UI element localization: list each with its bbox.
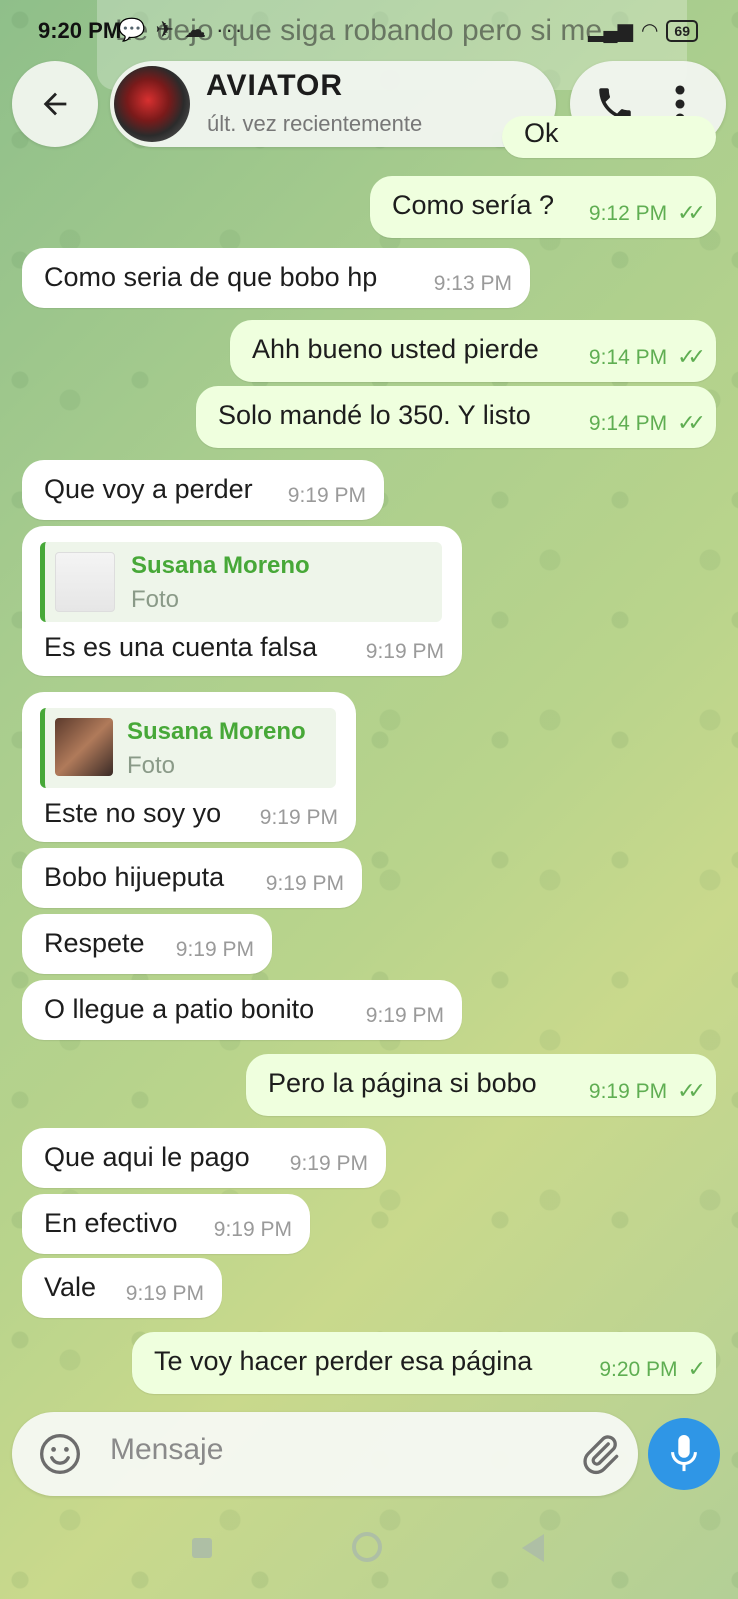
message-bubble-in[interactable]: En efectivo 9:19 PM [22,1194,310,1254]
double-check-icon: ✓✓ [677,344,706,369]
message-text: O llegue a patio bonito [44,994,315,1024]
battery-icon: 69 [666,19,698,42]
message-input[interactable] [108,1432,512,1468]
message-time: 9:14 PM [588,412,668,435]
status-bar: Le dejo que siga robando pero si me 9:20… [0,0,738,90]
double-check-icon: ✓✓ [677,1078,706,1103]
reply-photo-thumbnail [55,718,113,776]
message-bubble-out[interactable]: Como sería ? 9:12 PM ✓✓ [370,176,716,238]
message-text: Vale [44,1272,97,1302]
message-time: 9:19 PM [175,938,254,961]
message-text: En efectivo [44,1208,178,1238]
message-time: 9:14 PM [588,346,668,369]
message-bubble-in[interactable]: Susana Moreno Foto Este no soy yo 9:19 P… [22,692,356,842]
contact-name: AVIATOR [206,69,344,102]
wifi-icon: ◠ [640,20,659,42]
message-bubble-in[interactable]: Que voy a perder 9:19 PM [22,460,384,520]
paperclip-icon[interactable] [578,1432,622,1476]
reply-preview[interactable]: Susana Moreno Foto [40,708,336,788]
reply-type: Foto [127,752,176,779]
message-text: Solo mandé lo 350. Y listo [218,400,531,430]
message-time: 9:19 PM [588,1080,668,1103]
message-time: 9:19 PM [365,640,444,663]
message-time: 9:20 PM [599,1358,678,1381]
message-text: Respete [44,928,145,958]
message-bubble-in[interactable]: Vale 9:19 PM [22,1258,222,1318]
status-time: 9:20 PM [38,18,122,43]
message-composer [12,1412,726,1496]
microphone-icon [671,1435,697,1472]
avatar[interactable] [114,66,190,142]
message-text: Que aqui le pago [44,1142,250,1172]
message-text: Es es una cuenta falsa [44,632,318,662]
message-bubble-out[interactable]: Ok [502,116,716,158]
message-text: Te voy hacer perder esa página [154,1346,533,1376]
arrow-left-icon [43,92,67,116]
message-text: Como sería ? [392,190,555,220]
composer-field [12,1412,638,1496]
message-bubble-in[interactable]: Bobo hijueputa 9:19 PM [22,848,362,908]
signal-icon: ▂▄▆ [588,20,633,42]
message-bubble-out[interactable]: Pero la página si bobo 9:19 PM ✓✓ [246,1054,716,1116]
message-text: Este no soy yo [44,798,222,828]
back-button[interactable] [12,61,98,147]
reply-type: Foto [131,586,180,613]
message-bubble-in[interactable]: Que aqui le pago 9:19 PM [22,1128,386,1188]
message-text: Como seria de que bobo hp [44,262,378,292]
message-time: 9:19 PM [287,484,366,507]
message-bubble-out[interactable]: Solo mandé lo 350. Y listo 9:14 PM ✓✓ [196,386,716,448]
message-text: Que voy a perder [44,474,253,504]
message-time: 9:13 PM [433,272,512,295]
message-time: 9:19 PM [289,1152,368,1175]
message-bubble-in[interactable]: Como seria de que bobo hp 9:13 PM [22,248,530,308]
message-text: Pero la página si bobo [268,1068,537,1098]
system-back-button[interactable] [522,1534,544,1562]
message-bubble-in[interactable]: O llegue a patio bonito 9:19 PM [22,980,462,1040]
system-nav-bar [0,1508,738,1599]
message-bubble-out[interactable]: Te voy hacer perder esa página 9:20 PM ✓ [132,1332,716,1394]
reply-photo-thumbnail [55,552,115,612]
message-time: 9:19 PM [365,1004,444,1027]
message-bubble-out[interactable]: Ahh bueno usted pierde 9:14 PM ✓✓ [230,320,716,382]
message-text: Ahh bueno usted pierde [252,334,539,364]
double-check-icon: ✓✓ [677,410,706,435]
recents-button[interactable] [192,1538,212,1558]
message-time: 9:19 PM [259,806,338,829]
contact-status: últ. vez recientemente [207,111,423,136]
double-check-icon: ✓✓ [677,200,706,225]
emoji-icon[interactable] [38,1432,82,1476]
check-icon: ✓ [687,1356,707,1381]
notification-icons: 💬 ✈ ☁ ··· [118,17,245,42]
message-bubble-in[interactable]: Respete 9:19 PM [22,914,272,974]
home-button[interactable] [352,1532,382,1562]
reply-sender: Susana Moreno [127,718,306,745]
message-time: 9:19 PM [265,872,344,895]
message-time: 9:12 PM [588,202,668,225]
message-time: 9:19 PM [213,1218,292,1241]
message-time: 9:19 PM [125,1282,204,1305]
voice-record-button[interactable] [648,1418,720,1490]
contact-header[interactable]: AVIATOR últ. vez recientemente [110,61,556,147]
message-bubble-in[interactable]: Susana Moreno Foto Es es una cuenta fals… [22,526,462,676]
reply-preview[interactable]: Susana Moreno Foto [40,542,442,622]
message-text: Bobo hijueputa [44,862,225,892]
reply-sender: Susana Moreno [131,552,310,579]
